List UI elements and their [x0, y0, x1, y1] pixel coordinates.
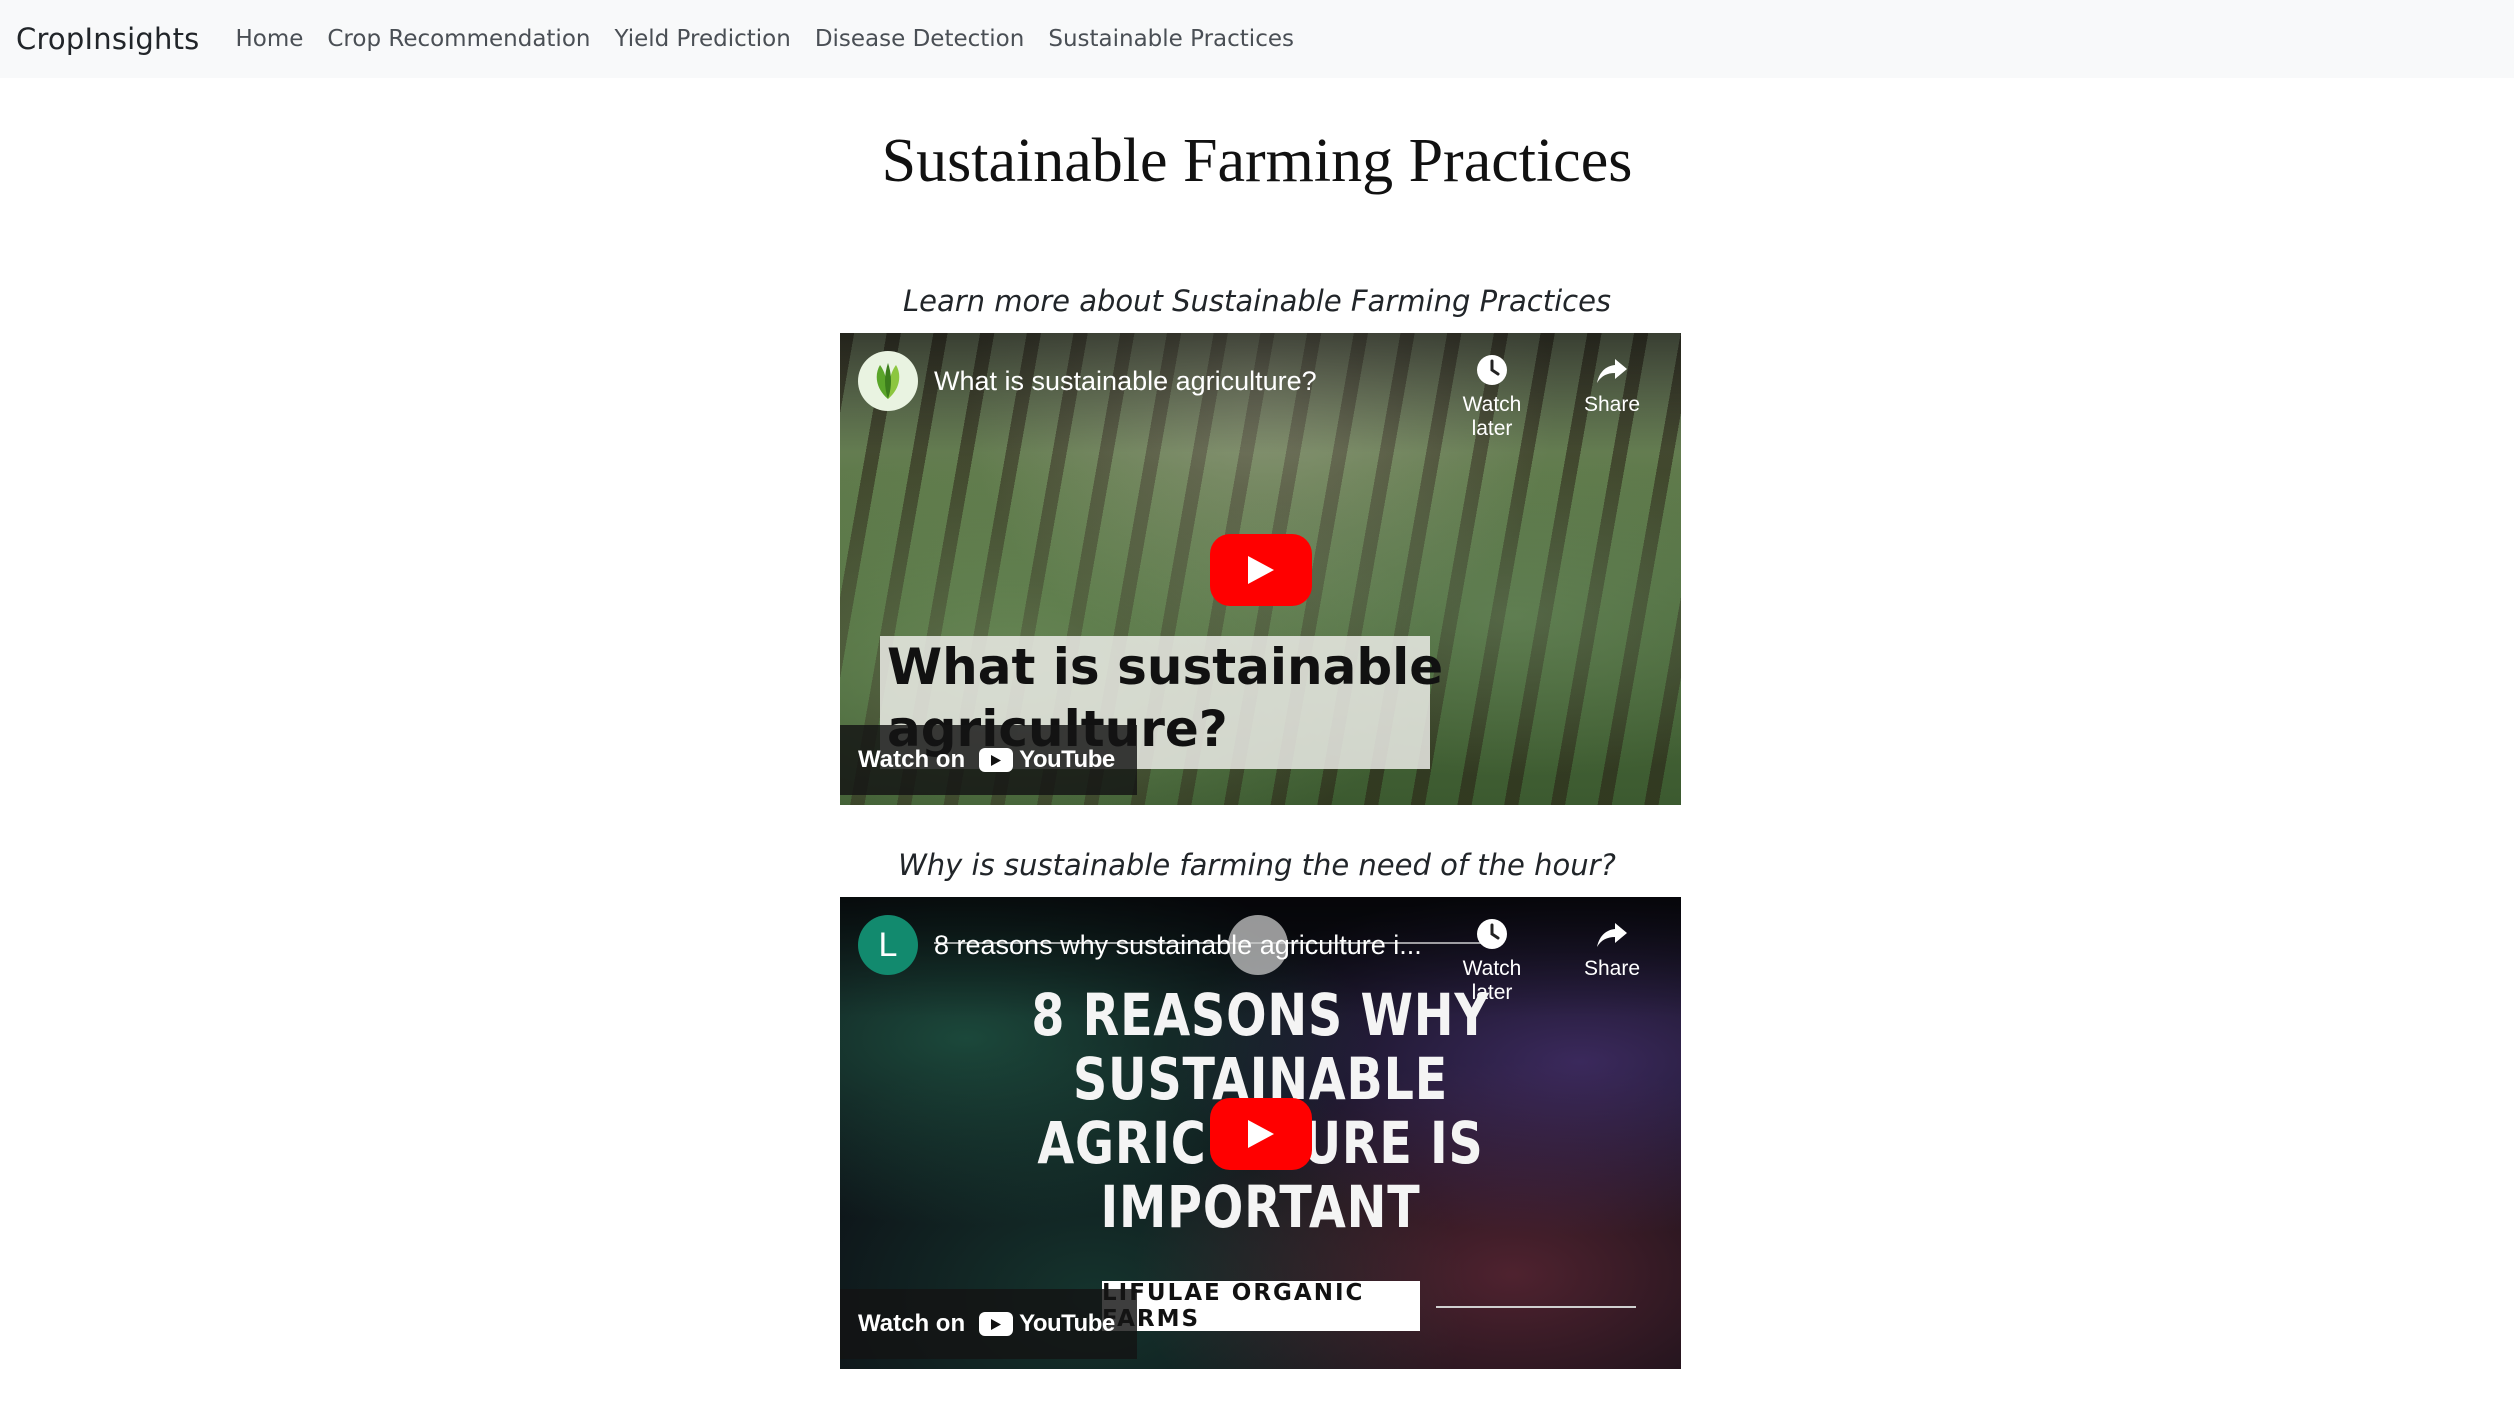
thumbnail-headline-line-1: 8 REASONS WHY: [1031, 981, 1490, 1049]
video-embed-1[interactable]: What is sustainable agriculture? Watch l…: [840, 333, 1681, 805]
channel-avatar[interactable]: L: [858, 915, 918, 975]
leaf-logo-icon[interactable]: [858, 351, 918, 411]
thumbnail-rule-line: [1436, 1306, 1636, 1308]
nav-disease-detection[interactable]: Disease Detection: [815, 26, 1025, 52]
section-heading-2: Why is sustainable farming the need of t…: [898, 848, 1616, 882]
play-button[interactable]: [1210, 1098, 1312, 1170]
share-label: Share: [1583, 393, 1641, 416]
share-label: Share: [1583, 957, 1641, 980]
watch-later-button[interactable]: Watch later: [1442, 353, 1542, 441]
play-icon: [1248, 1120, 1274, 1148]
thumbnail-caption-line-1: What is sustainable: [887, 638, 1444, 696]
watch-on-label: Watch on: [858, 746, 966, 773]
watch-on-label: Watch on: [858, 1310, 966, 1337]
brand-logo[interactable]: CropInsights: [16, 22, 199, 56]
nav-crop-recommendation[interactable]: Crop Recommendation: [327, 26, 590, 52]
nav-home[interactable]: Home: [235, 26, 303, 52]
navbar: CropInsights Home Crop Recommendation Yi…: [0, 0, 2514, 78]
share-arrow-icon: [1597, 359, 1627, 383]
clock-icon: [1477, 919, 1507, 949]
page-title: Sustainable Farming Practices: [881, 127, 1633, 195]
watch-on-youtube-button[interactable]: Watch on YouTube: [840, 725, 1137, 795]
video-embed-2[interactable]: L 8 reasons why sustainable agriculture …: [840, 897, 1681, 1369]
play-icon: [1248, 556, 1274, 584]
video-title[interactable]: 8 reasons why sustainable agriculture i.…: [934, 930, 1422, 961]
nav-yield-prediction[interactable]: Yield Prediction: [614, 26, 790, 52]
nav-sustainable-practices[interactable]: Sustainable Practices: [1048, 26, 1294, 52]
youtube-wordmark: YouTube: [1019, 746, 1115, 773]
thumbnail-brand-label: LIFULAE ORGANIC FARMS: [1102, 1280, 1420, 1332]
section-heading-1: Learn more about Sustainable Farming Pra…: [902, 284, 1612, 318]
youtube-wordmark: YouTube: [1019, 1310, 1115, 1337]
share-button[interactable]: Share: [1562, 353, 1662, 417]
thumbnail-headline-line-4: IMPORTANT: [1100, 1173, 1421, 1241]
share-button[interactable]: Share: [1562, 917, 1662, 981]
clock-icon: [1477, 355, 1507, 385]
youtube-logo-icon: YouTube: [979, 1310, 1115, 1338]
watch-later-label: Watch later: [1462, 393, 1522, 440]
video-title[interactable]: What is sustainable agriculture?: [934, 366, 1317, 397]
play-button[interactable]: [1210, 534, 1312, 606]
share-arrow-icon: [1597, 923, 1627, 947]
watch-on-youtube-button[interactable]: Watch on YouTube: [840, 1289, 1137, 1359]
youtube-logo-icon: YouTube: [979, 746, 1115, 774]
